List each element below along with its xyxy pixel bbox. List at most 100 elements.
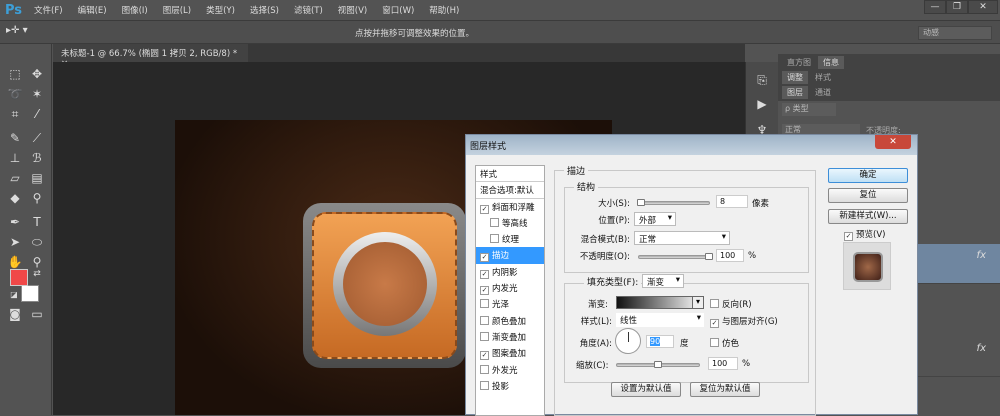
close-button[interactable]: ✕: [968, 0, 998, 14]
style-item[interactable]: 投影: [476, 378, 544, 394]
gradient-preview[interactable]: [616, 296, 704, 309]
style-item[interactable]: ✓ 内阴影: [476, 264, 544, 280]
type-tool-icon[interactable]: T: [29, 214, 45, 230]
menu-type[interactable]: 类型(Y): [206, 4, 235, 16]
position-select[interactable]: 外部: [634, 212, 676, 226]
tab-layers[interactable]: 图层: [782, 86, 808, 99]
menu-file[interactable]: 文件(F): [34, 4, 63, 16]
size-input[interactable]: 8: [716, 195, 748, 208]
tab-histogram[interactable]: 直方图: [782, 56, 816, 69]
fx-icon[interactable]: fx: [977, 250, 986, 261]
document-tab[interactable]: 未标题-1 @ 66.7% (椭圆 1 拷贝 2, RGB/8) * ×: [53, 44, 248, 69]
style-item[interactable]: 颜色叠加: [476, 313, 544, 329]
menu-window[interactable]: 窗口(W): [382, 4, 414, 16]
checkbox-box[interactable]: ✓: [710, 319, 719, 328]
style-select[interactable]: 线性: [616, 313, 704, 327]
tab-info[interactable]: 信息: [818, 56, 844, 69]
screen-mode-icon[interactable]: ▭: [29, 306, 45, 322]
lasso-tool-icon[interactable]: ➰: [7, 86, 23, 102]
path-select-icon[interactable]: ➤: [7, 234, 23, 250]
menu-layer[interactable]: 图层(L): [163, 4, 191, 16]
set-default-button[interactable]: 设置为默认值: [611, 382, 681, 397]
tool-preset-picker[interactable]: ▸✛ ▾: [6, 25, 28, 36]
ok-button[interactable]: 确定: [828, 168, 908, 183]
angle-input[interactable]: 90: [646, 335, 674, 348]
checkbox-box[interactable]: ✓: [844, 232, 853, 241]
checkbox-box[interactable]: [710, 299, 719, 308]
fx-icon[interactable]: fx: [977, 343, 986, 354]
style-checkbox[interactable]: [490, 234, 499, 244]
ellipse-tool-icon[interactable]: ⬭: [29, 234, 45, 250]
menu-edit[interactable]: 编辑(E): [78, 4, 107, 16]
pen-tool-icon[interactable]: ✒: [7, 214, 23, 230]
style-item[interactable]: 纹理: [476, 231, 544, 247]
menu-help[interactable]: 帮助(H): [429, 4, 459, 16]
scale-slider[interactable]: [616, 361, 700, 368]
style-item[interactable]: ✓ 内发光: [476, 280, 544, 296]
scale-slider-thumb[interactable]: [654, 361, 662, 368]
restore-button[interactable]: ❐: [946, 0, 968, 14]
eraser-tool-icon[interactable]: ▱: [7, 170, 23, 186]
reverse-checkbox[interactable]: 反向(R): [710, 298, 752, 310]
magic-wand-icon[interactable]: ✶: [29, 86, 45, 102]
tab-styles[interactable]: 样式: [810, 71, 836, 84]
size-slider[interactable]: [637, 199, 710, 206]
opacity-slider[interactable]: [638, 253, 713, 260]
style-item[interactable]: ✓ 描边: [476, 247, 544, 264]
marquee-tool-icon[interactable]: ⬚: [7, 66, 23, 82]
healing-brush-icon[interactable]: ✎: [7, 130, 23, 146]
hand-tool-icon[interactable]: ✋: [7, 254, 23, 270]
foreground-color-swatch[interactable]: [10, 269, 28, 286]
stamp-tool-icon[interactable]: ⊥: [7, 150, 23, 166]
history-panel-icon[interactable]: ⎘: [754, 72, 770, 88]
style-checkbox[interactable]: [480, 364, 489, 374]
eyedropper-icon[interactable]: ⁄: [29, 106, 45, 122]
style-checkbox[interactable]: ✓: [480, 204, 489, 214]
reset-button[interactable]: 复位: [828, 188, 908, 203]
checkbox-box[interactable]: [710, 338, 719, 347]
minimize-button[interactable]: —: [924, 0, 946, 14]
reset-default-button[interactable]: 复位为默认值: [690, 382, 760, 397]
brush-tool-icon[interactable]: ⟋: [29, 130, 45, 146]
new-style-button[interactable]: 新建样式(W)...: [828, 209, 908, 224]
actions-play-icon[interactable]: ▶: [754, 96, 770, 112]
opacity-slider-thumb[interactable]: [705, 253, 713, 260]
style-checkbox[interactable]: [490, 217, 499, 227]
style-item[interactable]: ✓ 图案叠加: [476, 345, 544, 361]
history-brush-icon[interactable]: ℬ: [29, 150, 45, 166]
style-checkbox[interactable]: [480, 315, 489, 325]
style-item[interactable]: 渐变叠加: [476, 329, 544, 345]
menu-select[interactable]: 选择(S): [250, 4, 279, 16]
style-checkbox[interactable]: ✓: [480, 351, 489, 361]
tab-channels[interactable]: 通道: [810, 86, 836, 99]
scale-input[interactable]: 100: [708, 357, 738, 370]
gradient-dropdown-icon[interactable]: ▾: [692, 296, 704, 309]
blend-mode-select[interactable]: 正常: [634, 231, 730, 245]
opacity-input[interactable]: 100: [716, 249, 744, 262]
swap-colors-icon[interactable]: ⇄: [29, 266, 45, 282]
size-slider-thumb[interactable]: [637, 199, 646, 206]
style-item[interactable]: 等高线: [476, 215, 544, 231]
tab-adjustments[interactable]: 调整: [782, 71, 808, 84]
style-item[interactable]: 混合选项:默认: [476, 182, 544, 199]
style-checkbox[interactable]: ✓: [480, 269, 489, 279]
blur-tool-icon[interactable]: ◆: [7, 190, 23, 206]
default-colors-icon[interactable]: ◪: [6, 287, 22, 303]
dodge-tool-icon[interactable]: ⚲: [29, 190, 45, 206]
move-tool-icon[interactable]: ✥: [29, 66, 45, 82]
menu-filter[interactable]: 滤镜(T): [294, 4, 323, 16]
style-item[interactable]: 样式: [476, 166, 544, 183]
layer-filter-select[interactable]: ρ 类型: [782, 103, 836, 116]
crop-tool-icon[interactable]: ⌗: [7, 106, 23, 122]
angle-dial[interactable]: [615, 328, 641, 354]
style-item[interactable]: 光泽: [476, 296, 544, 312]
dither-checkbox[interactable]: 仿色: [710, 337, 739, 349]
style-item[interactable]: ✓ 斜面和浮雕: [476, 199, 544, 215]
align-layer-checkbox[interactable]: ✓ 与图层对齐(G): [710, 315, 778, 328]
dialog-close-button[interactable]: ✕: [875, 135, 911, 149]
background-color-swatch[interactable]: [21, 285, 39, 302]
style-checkbox[interactable]: [480, 380, 489, 390]
style-checkbox[interactable]: ✓: [480, 286, 489, 296]
gradient-tool-icon[interactable]: ▤: [29, 170, 45, 186]
style-item[interactable]: 外发光: [476, 362, 544, 378]
